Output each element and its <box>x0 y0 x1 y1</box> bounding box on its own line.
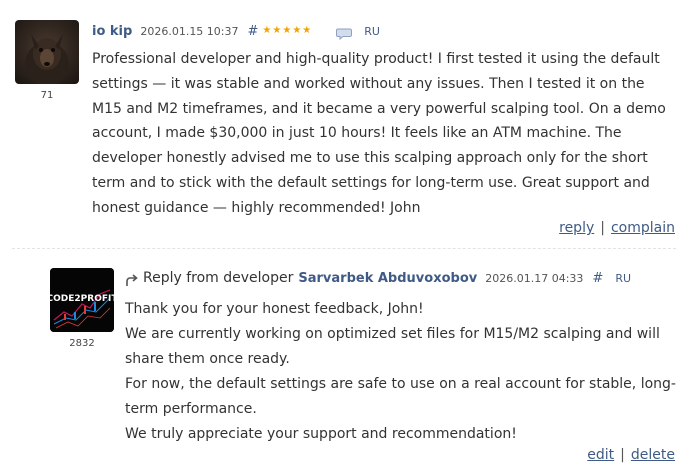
reply-arrow-icon <box>125 272 138 286</box>
delete-link[interactable]: delete <box>631 447 675 463</box>
star-icon: ★ <box>272 25 282 36</box>
star-icon: ★ <box>292 25 302 36</box>
star-rating: ★ ★ ★ ★ ★ <box>262 26 312 36</box>
developer-avatar[interactable]: CODE2PROFIT <box>50 268 114 332</box>
reply-label: Reply from developer <box>143 270 294 286</box>
edit-link[interactable]: edit <box>587 447 614 463</box>
author-name-link[interactable]: io kip <box>92 24 132 39</box>
developer-name-link[interactable]: Sarvarbek Abduvoxobov <box>298 271 477 286</box>
reply-line: We are currently working on optimized se… <box>125 326 660 367</box>
author-rating: 71 <box>40 90 54 101</box>
translate-control[interactable]: RU <box>336 25 380 41</box>
star-icon: ★ <box>282 25 292 36</box>
actions-separator: | <box>600 220 605 236</box>
star-icon: ★ <box>262 25 272 36</box>
dog-photo-avatar-image <box>15 20 79 84</box>
comment-actions: reply | complain <box>559 220 675 236</box>
reply-line: For now, the default settings are safe t… <box>125 376 676 417</box>
reply-link[interactable]: reply <box>559 220 594 236</box>
reply-language-link[interactable]: RU <box>615 272 631 285</box>
author-avatar[interactable] <box>15 20 79 84</box>
code2profit-logo-icon: CODE2PROFIT <box>50 268 114 332</box>
reply-line: We truly appreciate your support and rec… <box>125 426 517 442</box>
reply-permalink[interactable]: # <box>592 271 603 286</box>
svg-text:CODE2PROFIT: CODE2PROFIT <box>50 294 114 304</box>
reply-actions: edit | delete <box>587 447 675 463</box>
complain-link[interactable]: complain <box>611 220 675 236</box>
developer-avatar-block: CODE2PROFIT 2832 <box>50 268 114 349</box>
comment-header: io kip 2026.01.15 10:37 # ★ ★ ★ ★ ★ RU <box>92 22 380 41</box>
reply-date: 2026.01.17 04:33 <box>485 271 584 285</box>
comment-date: 2026.01.15 10:37 <box>140 24 239 38</box>
reply-header: Reply from developer Sarvarbek Abduvoxob… <box>125 269 631 287</box>
developer-rating: 2832 <box>69 338 95 349</box>
star-icon: ★ <box>302 25 312 36</box>
actions-separator: | <box>620 447 625 463</box>
comment-permalink[interactable]: # <box>248 24 259 39</box>
reply-body: Thank you for your honest feedback, John… <box>125 297 685 447</box>
reply-line: Thank you for your honest feedback, John… <box>125 301 424 317</box>
author-avatar-block: 71 <box>15 20 79 101</box>
comment-body: Professional developer and high-quality … <box>92 51 666 216</box>
language-link[interactable]: RU <box>364 25 380 38</box>
comment-divider <box>12 248 676 249</box>
speech-bubble-icon[interactable] <box>336 25 353 41</box>
